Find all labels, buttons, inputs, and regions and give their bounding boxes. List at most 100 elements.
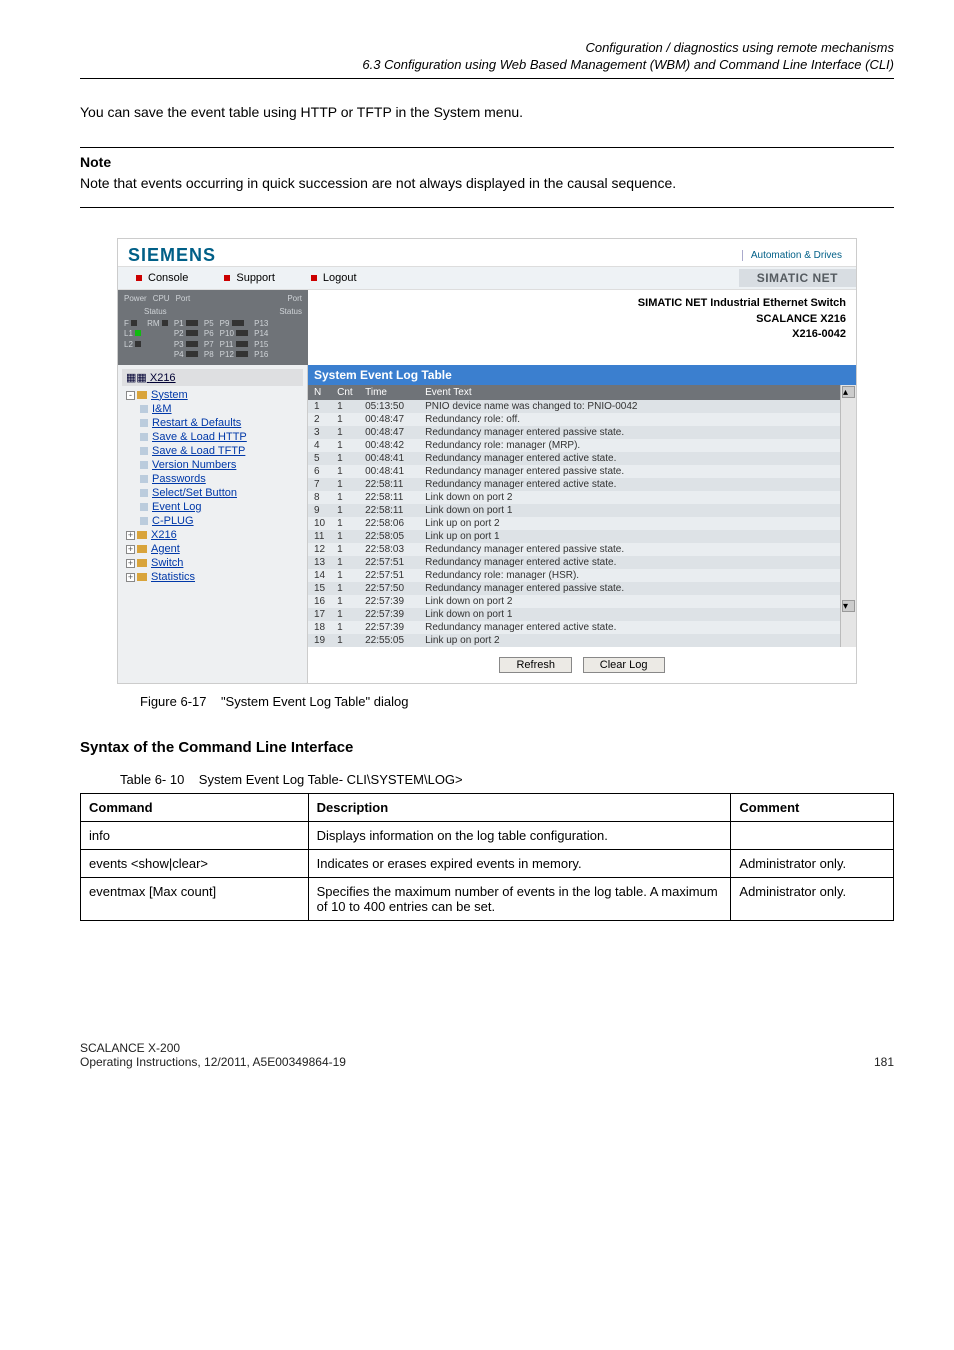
table-row[interactable]: 19122:55:05Link up on port 2 xyxy=(308,634,840,647)
tree-system-label: System xyxy=(151,389,188,401)
tree-item[interactable]: Save & Load HTTP xyxy=(122,430,303,444)
tree-folder[interactable]: +Switch xyxy=(122,556,303,570)
cell-n: 15 xyxy=(308,582,331,595)
cell-n: 9 xyxy=(308,504,331,517)
tree-folder-system[interactable]: - System xyxy=(122,388,303,402)
cell-n: 13 xyxy=(308,556,331,569)
cell-event: Redundancy manager entered passive state… xyxy=(419,426,840,439)
menu-logout[interactable]: Logout xyxy=(293,269,375,287)
cell-cnt: 1 xyxy=(331,621,359,634)
table-row[interactable]: 15122:57:50Redundancy manager entered pa… xyxy=(308,582,840,595)
table-row[interactable]: 8122:58:11Link down on port 2 xyxy=(308,491,840,504)
document-icon xyxy=(140,461,148,469)
event-log-table: N Cnt Time Event Text 1105:13:50PNIO dev… xyxy=(308,385,840,647)
table-row[interactable]: 3100:48:47Redundancy manager entered pas… xyxy=(308,426,840,439)
lbl-p12: P12 xyxy=(220,350,234,359)
lbl-p11: P11 xyxy=(220,340,234,349)
table-row[interactable]: 12122:58:03Redundancy manager entered pa… xyxy=(308,543,840,556)
tree-root[interactable]: ▦▦ X216 xyxy=(122,369,303,386)
tree-item[interactable]: I&M xyxy=(122,402,303,416)
table-row[interactable]: 1105:13:50PNIO device name was changed t… xyxy=(308,400,840,413)
table-row[interactable]: 7122:58:11Redundancy manager entered act… xyxy=(308,478,840,491)
cell-time: 22:58:11 xyxy=(359,491,419,504)
tree-item[interactable]: Restart & Defaults xyxy=(122,416,303,430)
tree-expand-icon[interactable]: + xyxy=(126,531,135,540)
cell-time: 22:57:51 xyxy=(359,569,419,582)
refresh-button[interactable]: Refresh xyxy=(499,657,572,673)
table-row[interactable]: 11122:58:05Link up on port 1 xyxy=(308,530,840,543)
lbl-p5: P5 xyxy=(204,319,214,328)
cell-command: events <show|clear> xyxy=(81,849,309,877)
cell-time: 00:48:41 xyxy=(359,465,419,478)
table-text: System Event Log Table- CLI\SYSTEM\LOG> xyxy=(199,772,463,787)
tree-folder[interactable]: +Agent xyxy=(122,542,303,556)
table-row[interactable]: 10122:58:06Link up on port 2 xyxy=(308,517,840,530)
cell-n: 17 xyxy=(308,608,331,621)
table-row[interactable]: 9122:58:11Link down on port 1 xyxy=(308,504,840,517)
cell-description: Specifies the maximum number of events i… xyxy=(308,877,731,920)
cell-n: 1 xyxy=(308,400,331,413)
led-icon xyxy=(192,351,198,357)
tree-expand-icon[interactable]: + xyxy=(126,573,135,582)
cell-cnt: 1 xyxy=(331,452,359,465)
cell-event: Redundancy manager entered passive state… xyxy=(419,465,840,478)
tree-collapse-icon[interactable]: - xyxy=(126,391,135,400)
cell-cnt: 1 xyxy=(331,400,359,413)
page-number: 181 xyxy=(874,1055,894,1069)
tree-item[interactable]: Save & Load TFTP xyxy=(122,444,303,458)
table-row[interactable]: 13122:57:51Redundancy manager entered ac… xyxy=(308,556,840,569)
cell-cnt: 1 xyxy=(331,582,359,595)
cell-n: 14 xyxy=(308,569,331,582)
bullet-icon xyxy=(136,275,142,281)
cell-cnt: 1 xyxy=(331,478,359,491)
document-icon xyxy=(140,419,148,427)
figure-text: "System Event Log Table" dialog xyxy=(221,694,409,709)
scrollbar[interactable]: ▴ ▾ xyxy=(840,385,856,647)
table-row[interactable]: 2100:48:47Redundancy role: off. xyxy=(308,413,840,426)
menu-support[interactable]: Support xyxy=(206,269,293,287)
lbl-f: F xyxy=(124,319,129,328)
cell-time: 22:58:11 xyxy=(359,504,419,517)
cell-time: 22:58:05 xyxy=(359,530,419,543)
device-line2: SCALANCE X216 xyxy=(318,312,846,327)
doc-header-title: Configuration / diagnostics using remote… xyxy=(80,40,894,55)
table-row[interactable]: 17122:57:39Link down on port 1 xyxy=(308,608,840,621)
lbl-l2: L2 xyxy=(124,340,133,349)
page-footer: SCALANCE X-200 Operating Instructions, 1… xyxy=(80,1041,894,1069)
col-time[interactable]: Time xyxy=(359,385,419,400)
col-n[interactable]: N xyxy=(308,385,331,400)
menu-console[interactable]: Console xyxy=(118,269,206,287)
cell-event: Link up on port 2 xyxy=(419,517,840,530)
led-icon xyxy=(192,341,198,347)
tree-expand-icon[interactable]: + xyxy=(126,559,135,568)
scroll-down-icon[interactable]: ▾ xyxy=(842,600,855,612)
table-row[interactable]: 5100:48:41Redundancy manager entered act… xyxy=(308,452,840,465)
table-row[interactable]: 18122:57:39Redundancy manager entered ac… xyxy=(308,621,840,634)
table-row[interactable]: 16122:57:39Link down on port 2 xyxy=(308,595,840,608)
lbl-p7: P7 xyxy=(204,340,214,349)
note-label: Note xyxy=(80,154,894,170)
tree-item[interactable]: Event Log xyxy=(122,500,303,514)
tree-item[interactable]: Passwords xyxy=(122,472,303,486)
tree-folder[interactable]: +X216 xyxy=(122,528,303,542)
menu-support-label: Support xyxy=(236,272,275,284)
tree-expand-icon[interactable]: + xyxy=(126,545,135,554)
col-event[interactable]: Event Text xyxy=(419,385,840,400)
bullet-icon xyxy=(311,275,317,281)
table-row[interactable]: 6100:48:41Redundancy manager entered pas… xyxy=(308,465,840,478)
tree-item[interactable]: Version Numbers xyxy=(122,458,303,472)
table-row[interactable]: 14122:57:51Redundancy role: manager (HSR… xyxy=(308,569,840,582)
tree-item[interactable]: C-PLUG xyxy=(122,514,303,528)
cell-n: 11 xyxy=(308,530,331,543)
col-cnt[interactable]: Cnt xyxy=(331,385,359,400)
cell-cnt: 1 xyxy=(331,439,359,452)
clear-log-button[interactable]: Clear Log xyxy=(583,657,665,673)
led-icon xyxy=(162,320,168,326)
tree-item[interactable]: Select/Set Button xyxy=(122,486,303,500)
cell-n: 12 xyxy=(308,543,331,556)
table-row[interactable]: 4100:48:42Redundancy role: manager (MRP)… xyxy=(308,439,840,452)
cell-event: Redundancy manager entered active state. xyxy=(419,556,840,569)
tree-folder[interactable]: +Statistics xyxy=(122,570,303,584)
scroll-up-icon[interactable]: ▴ xyxy=(842,386,855,398)
led-icon xyxy=(135,330,141,336)
